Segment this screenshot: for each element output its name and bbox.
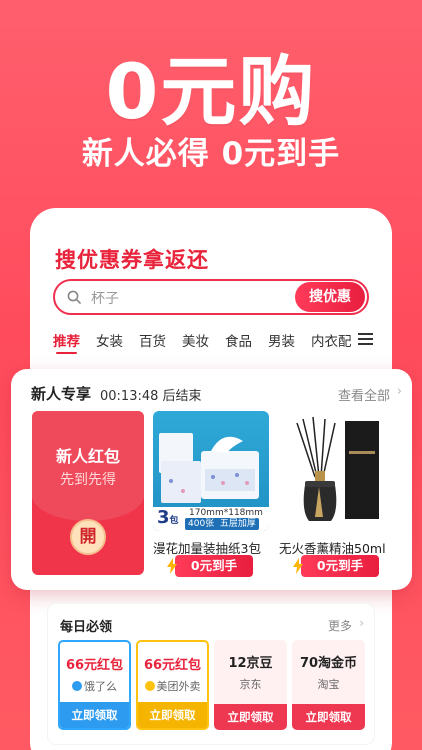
tab-underwear[interactable]: 内衣配 bbox=[311, 330, 352, 354]
product-image-tissue[interactable]: 170mm*118mm 400张 五层加厚 3包 bbox=[153, 411, 269, 531]
product-card-diffuser[interactable]: 无火香薰精油50ml 0元到手 bbox=[279, 411, 395, 577]
menu-icon[interactable] bbox=[358, 333, 373, 346]
lightning-icon bbox=[167, 558, 177, 574]
daily-more-link[interactable]: 更多 bbox=[328, 617, 352, 634]
pack-count-number: 3 bbox=[157, 507, 170, 528]
coupon-source-label: 美团外卖 bbox=[156, 680, 201, 693]
coupon-value: 66元红包 bbox=[143, 658, 202, 673]
claim-button[interactable]: 立即领取 bbox=[292, 704, 365, 730]
coupon-value: 66元红包 bbox=[65, 658, 124, 673]
red-packet-subtitle: 先到先得 bbox=[60, 472, 116, 488]
tissue-pack-count: 3包 bbox=[157, 507, 179, 529]
claim-button[interactable]: 立即领取 bbox=[214, 704, 287, 730]
view-all-link[interactable]: 查看全部 bbox=[338, 385, 390, 404]
tab-food[interactable]: 食品 bbox=[225, 330, 252, 354]
tab-women[interactable]: 女装 bbox=[96, 330, 123, 354]
tab-beauty[interactable]: 美妆 bbox=[182, 330, 209, 354]
diffuser-image bbox=[279, 411, 395, 531]
tab-recommend[interactable]: 推荐 bbox=[53, 330, 80, 354]
free-price-badge[interactable]: 0元到手 bbox=[167, 555, 253, 577]
red-packet-title: 新人红包 bbox=[55, 447, 120, 466]
badge-label: 0元到手 bbox=[190, 558, 238, 573]
red-packet-seal[interactable]: 開 bbox=[70, 519, 106, 555]
search-section-title: 搜优惠券拿返还 bbox=[55, 248, 209, 272]
coupon-jd[interactable]: 12京豆 京东 立即领取 bbox=[214, 640, 287, 730]
badge-label: 0元到手 bbox=[316, 558, 364, 573]
countdown: 00:13:48 后结束 bbox=[100, 385, 202, 404]
coupon-meituan[interactable]: 66元红包 美团外卖 立即领取 bbox=[136, 640, 209, 730]
coupon-eleme[interactable]: 66元红包 饿了么 立即领取 bbox=[58, 640, 131, 730]
free-price-badge[interactable]: 0元到手 bbox=[293, 555, 379, 577]
product-card-tissue[interactable]: 170mm*118mm 400张 五层加厚 3包 漫花加量装抽纸3包 0元到手 bbox=[153, 411, 269, 577]
coupon-value: 12京豆 bbox=[228, 656, 273, 671]
daily-title: 每日必领 bbox=[60, 620, 113, 635]
chevron-right-icon[interactable]: › bbox=[397, 384, 402, 399]
coupon-taobao[interactable]: 70淘金币 淘宝 立即领取 bbox=[292, 640, 365, 730]
tissue-pack-tag: 400张 五层加厚 bbox=[185, 518, 259, 530]
coupon-source-label: 饿了么 bbox=[84, 680, 117, 693]
daily-section: 每日必领 更多 › 66元红包 饿了么 立即领取 66元红包 美团外卖 立即领取… bbox=[48, 604, 374, 744]
coupon-source: 美团外卖 bbox=[138, 678, 207, 694]
eleme-logo-icon bbox=[72, 681, 82, 691]
tab-men[interactable]: 男装 bbox=[268, 330, 295, 354]
lightning-icon bbox=[293, 558, 303, 574]
search-button[interactable]: 搜优惠 bbox=[295, 282, 365, 312]
search-icon bbox=[67, 290, 81, 304]
coupon-source: 淘宝 bbox=[317, 678, 340, 691]
tab-general-goods[interactable]: 百货 bbox=[139, 330, 166, 354]
new-user-title: 新人专享 bbox=[31, 385, 92, 403]
category-tabs: 推荐 女装 百货 美妆 食品 男装 内衣配 bbox=[53, 330, 375, 354]
chevron-right-icon[interactable]: › bbox=[359, 616, 364, 630]
coupon-source: 饿了么 bbox=[60, 678, 129, 694]
coupon-value: 70淘金币 bbox=[299, 656, 358, 671]
claim-button[interactable]: 立即领取 bbox=[60, 702, 129, 728]
countdown-time: 00:13:48 bbox=[100, 389, 159, 404]
meituan-logo-icon bbox=[144, 681, 155, 691]
new-user-card: 新人专享 00:13:48 后结束 查看全部 › 新人红包 先到先得 開 170… bbox=[11, 369, 412, 590]
hero-subtitle: 新人必得 0元到手 bbox=[81, 136, 341, 172]
claim-button[interactable]: 立即领取 bbox=[138, 702, 207, 728]
tissue-size-text: 170mm*118mm bbox=[189, 508, 263, 518]
countdown-suffix: 后结束 bbox=[162, 389, 202, 404]
coupon-source: 京东 bbox=[239, 678, 262, 691]
product-image-diffuser[interactable] bbox=[279, 411, 395, 531]
hero-title: 0元购 bbox=[105, 47, 317, 136]
pack-count-unit: 包 bbox=[169, 516, 179, 526]
search-input[interactable]: 杯子 bbox=[91, 288, 119, 308]
new-user-red-packet[interactable]: 新人红包 先到先得 開 bbox=[32, 411, 144, 575]
search-bar[interactable]: 杯子 搜优惠 bbox=[53, 279, 369, 315]
